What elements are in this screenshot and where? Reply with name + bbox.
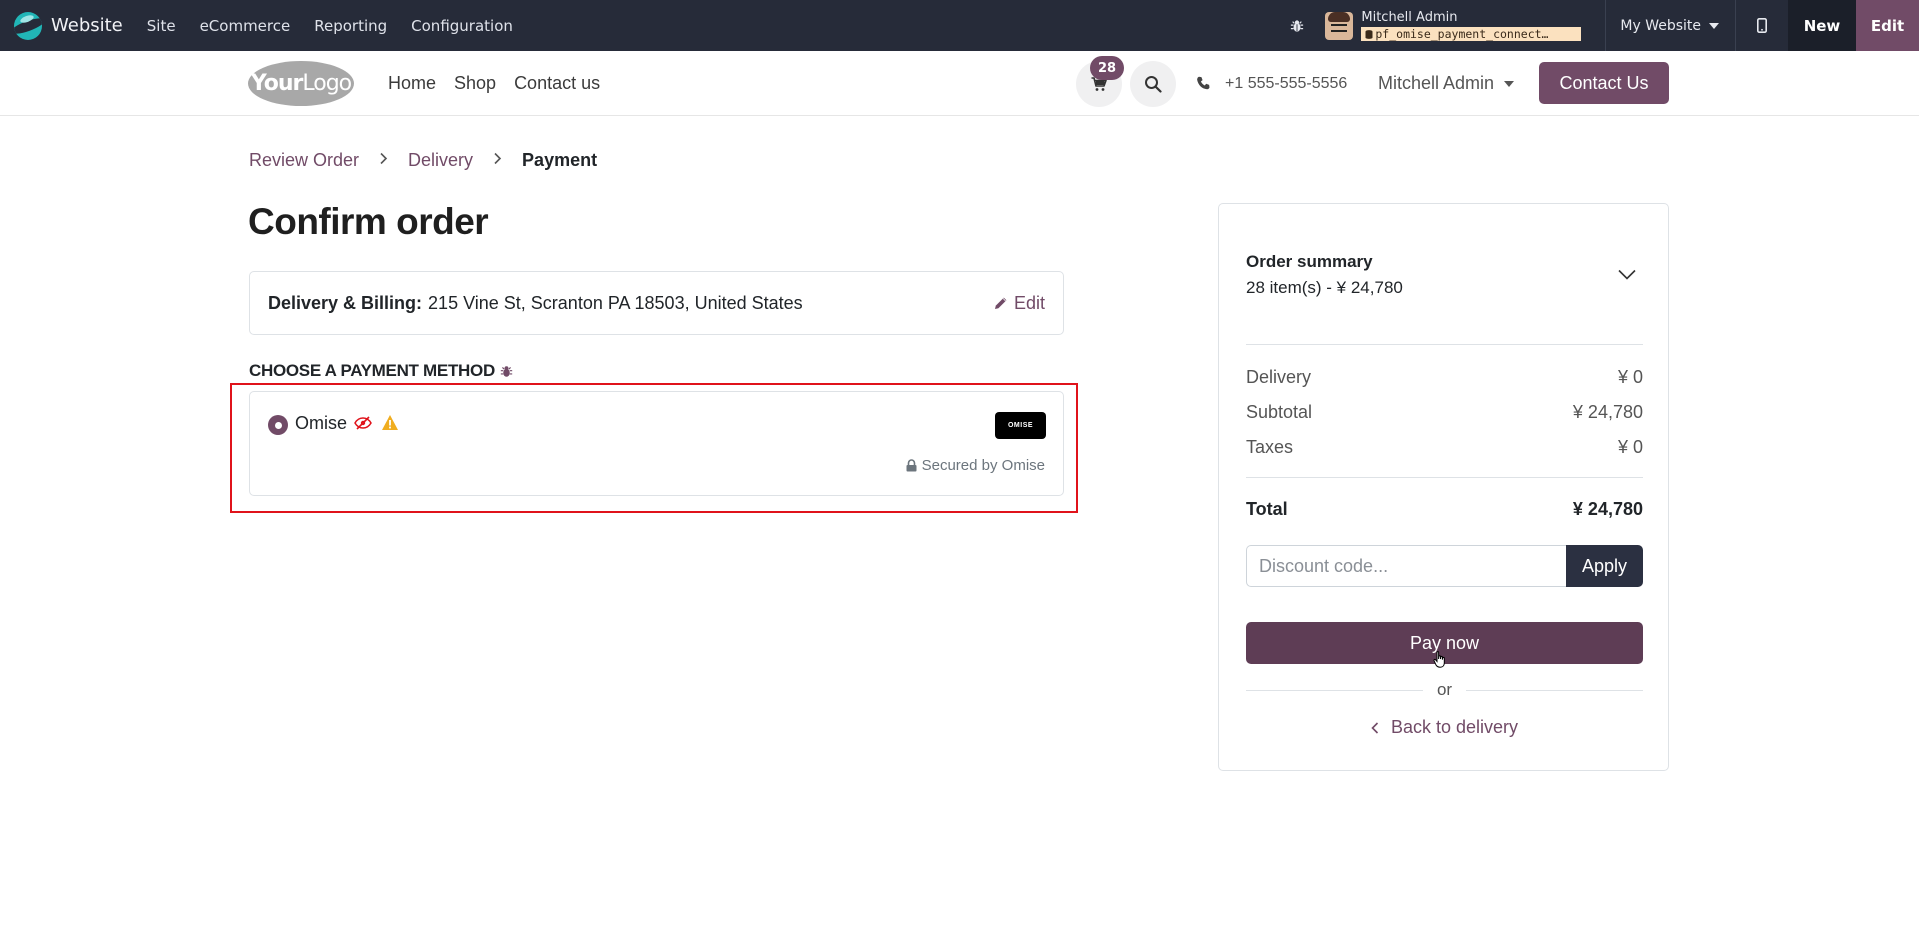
payment-method-name: Omise <box>295 413 348 433</box>
cart-count-badge: 28 <box>1090 56 1124 80</box>
chevron-right-icon <box>493 152 502 170</box>
admin-navbar: Website Site eCommerce Reporting Configu… <box>0 0 1919 51</box>
database-name: pf_omise_payment_connect… <box>1375 26 1549 41</box>
payment-method-heading: CHOOSE A PAYMENT METHOD <box>249 361 513 381</box>
edit-address-link[interactable]: Edit <box>994 293 1045 314</box>
menu-configuration[interactable]: Configuration <box>399 0 525 51</box>
your-logo[interactable]: Your Logo <box>248 61 354 106</box>
summary-row-label: Taxes <box>1246 437 1294 457</box>
divider <box>1246 689 1423 691</box>
logo-text-bold: Your <box>250 71 304 96</box>
database-icon <box>1365 29 1373 39</box>
discount-code-input[interactable] <box>1246 545 1566 587</box>
summary-row-subtotal: Subtotal ¥ 24,780 <box>1246 402 1643 423</box>
breadcrumb-review-order[interactable]: Review Order <box>249 150 359 171</box>
summary-row-total: Total ¥ 24,780 <box>1246 499 1643 520</box>
address-label: Delivery & Billing: <box>268 292 423 313</box>
breadcrumb-payment: Payment <box>522 150 598 170</box>
website-switcher[interactable]: My Website <box>1606 0 1736 51</box>
payment-method-title: CHOOSE A PAYMENT METHOD <box>249 361 495 380</box>
edit-label: Edit <box>1013 292 1045 313</box>
odoo-website-logo-icon <box>14 11 42 40</box>
checkout-breadcrumb: Review Order Delivery Payment <box>249 150 597 171</box>
total-value: ¥ 24,780 <box>1572 499 1643 519</box>
back-to-delivery-label: Back to delivery <box>1390 717 1519 737</box>
page-title: Confirm order <box>248 201 489 242</box>
summary-row-value: ¥ 24,780 <box>1572 402 1643 422</box>
divider <box>1246 344 1643 345</box>
hand-pointer-cursor-icon <box>1433 651 1447 672</box>
app-name: Website <box>51 15 123 36</box>
divider <box>1246 477 1643 478</box>
chevron-down-icon[interactable] <box>1618 267 1636 285</box>
divider <box>1466 689 1643 691</box>
warning-triangle-icon <box>381 414 399 436</box>
chevron-left-icon <box>1371 721 1379 734</box>
search-icon <box>1145 76 1162 93</box>
logo-text-light: Logo <box>302 71 352 96</box>
phone-number: +1 555-555-5556 <box>1225 74 1348 92</box>
user-dropdown-label: Mitchell Admin <box>1378 73 1495 93</box>
website-switcher-label: My Website <box>1620 17 1701 34</box>
secured-label: Secured by Omise <box>921 457 1045 474</box>
address-value: 215 Vine St, Scranton PA 18503, United S… <box>428 292 803 313</box>
pencil-icon <box>994 297 1007 309</box>
new-content-button[interactable]: New <box>1788 0 1856 51</box>
summary-row-taxes: Taxes ¥ 0 <box>1246 437 1643 458</box>
back-to-delivery-link[interactable]: Back to delivery <box>1246 717 1643 738</box>
or-label: or <box>1436 680 1453 699</box>
total-label: Total <box>1246 499 1288 519</box>
order-summary-toggle[interactable]: Order summary 28 item(s) - ¥ 24,780 <box>1246 252 1643 298</box>
summary-row-value: ¥ 0 <box>1617 367 1643 387</box>
discount-form: Apply <box>1246 545 1643 587</box>
nav-home[interactable]: Home <box>388 73 436 94</box>
user-avatar <box>1325 11 1354 40</box>
app-brand[interactable]: Website <box>0 0 135 51</box>
search-button[interactable] <box>1130 61 1176 107</box>
bug-icon <box>500 365 513 377</box>
phone-contact[interactable]: +1 555-555-5556 <box>1196 51 1347 116</box>
apply-discount-button[interactable]: Apply <box>1566 545 1643 587</box>
caret-down-icon <box>1504 80 1515 87</box>
admin-user-name: Mitchell Admin <box>1361 9 1458 25</box>
mobile-phone-icon <box>1757 18 1767 33</box>
user-switch[interactable]: Mitchell Admin pf_omise_payment_connect… <box>1325 0 1607 51</box>
or-separator: or <box>1246 680 1643 700</box>
summary-row-label: Delivery <box>1246 367 1312 387</box>
breadcrumb-delivery[interactable]: Delivery <box>408 150 473 171</box>
phone-icon <box>1197 76 1210 90</box>
eye-slash-icon <box>354 415 372 436</box>
bug-icon <box>1291 19 1304 32</box>
menu-ecommerce[interactable]: eCommerce <box>188 0 303 51</box>
website-header: Your Logo Home Shop Contact us 28 +1 555-… <box>0 51 1919 116</box>
order-summary-title: Order summary <box>1246 252 1373 271</box>
chevron-right-icon <box>379 152 388 170</box>
edit-page-button[interactable]: Edit <box>1856 0 1919 51</box>
summary-row-delivery: Delivery ¥ 0 <box>1246 367 1643 388</box>
secured-by-text: Secured by Omise <box>906 457 1045 474</box>
debug-bug-button[interactable] <box>1277 0 1317 51</box>
payment-radio-selected[interactable] <box>268 415 288 435</box>
summary-row-value: ¥ 0 <box>1617 437 1643 457</box>
contact-us-button[interactable]: Contact Us <box>1539 62 1669 104</box>
delivery-billing-card: Delivery & Billing: 215 Vine St, Scranto… <box>249 271 1064 335</box>
order-summary-card: Order summary 28 item(s) - ¥ 24,780 Deli… <box>1218 203 1669 771</box>
lock-icon <box>906 459 917 472</box>
nav-shop[interactable]: Shop <box>454 73 496 94</box>
payment-option-omise[interactable]: Omise OMISE Secured by Omise <box>249 391 1064 496</box>
main-nav: Home Shop Contact us <box>388 51 600 116</box>
mobile-preview-button[interactable] <box>1736 0 1788 51</box>
nav-contact-us[interactable]: Contact us <box>514 73 600 94</box>
menu-site[interactable]: Site <box>135 0 188 51</box>
omise-logo: OMISE <box>995 412 1046 439</box>
database-badge: pf_omise_payment_connect… <box>1361 26 1582 41</box>
order-summary-items: 28 item(s) - ¥ 24,780 <box>1246 278 1403 297</box>
user-dropdown[interactable]: Mitchell Admin <box>1378 51 1515 116</box>
menu-reporting[interactable]: Reporting <box>302 0 399 51</box>
summary-row-label: Subtotal <box>1246 402 1313 422</box>
caret-down-icon <box>1709 22 1719 29</box>
